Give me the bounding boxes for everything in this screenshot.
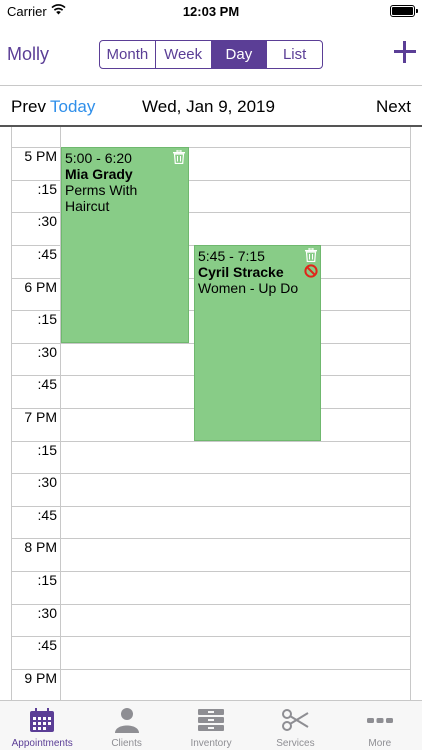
calendar-icon [30, 708, 55, 732]
navigation-bar: Molly Month Week Day List [0, 22, 422, 84]
appointment-service: Perms With Haircut [65, 182, 138, 214]
appointment-client: Cyril Stracke [198, 264, 284, 280]
appointment-time: 5:45 - 7:15 [198, 248, 265, 264]
time-label: :15 [37, 181, 57, 197]
today-button[interactable]: Today [50, 97, 95, 117]
time-label: :30 [37, 605, 57, 621]
no-show-icon [304, 264, 318, 278]
time-label: 9 PM [24, 670, 57, 686]
inventory-icon [198, 709, 225, 731]
tab-label: Inventory [190, 738, 232, 749]
add-appointment-icon[interactable] [394, 41, 416, 63]
segment-day[interactable]: Day [210, 41, 267, 68]
day-calendar[interactable]: 5 PM :15 :30 :45 6 PM :15 :30 :45 7 PM :… [0, 127, 422, 700]
trash-icon[interactable] [305, 248, 317, 262]
time-label: :45 [37, 507, 57, 523]
tab-clients[interactable]: Clients [84, 701, 168, 750]
date-navigation: Prev Today Wed, Jan 9, 2019 Next [0, 85, 422, 127]
segment-week[interactable]: Week [154, 41, 211, 68]
tab-label: More [368, 738, 392, 749]
appointment-block[interactable]: 5:45 - 7:15 Cyril Stracke Women - Up Do [194, 245, 321, 441]
grid-line [11, 604, 411, 605]
time-label: 8 PM [24, 539, 57, 555]
grid-line [11, 538, 411, 539]
time-label: 5 PM [24, 148, 57, 164]
more-icon [366, 718, 393, 723]
user-name-button[interactable]: Molly [7, 44, 49, 65]
next-button[interactable]: Next [376, 97, 411, 117]
status-bar: Carrier 12:03 PM [0, 0, 422, 22]
prev-button[interactable]: Prev [11, 97, 46, 117]
tab-bar: Appointments Clients Inventory Services [0, 700, 422, 750]
grid-line [11, 441, 411, 442]
tab-label: Clients [111, 738, 142, 749]
segment-month[interactable]: Month [100, 41, 155, 68]
time-label: :45 [37, 376, 57, 392]
tab-label: Services [276, 738, 315, 749]
tab-appointments[interactable]: Appointments [0, 701, 84, 750]
segment-list[interactable]: List [266, 41, 322, 68]
battery-icon [390, 5, 418, 17]
time-label: 6 PM [24, 279, 57, 295]
appointment-time: 5:00 - 6:20 [65, 150, 132, 166]
trash-icon[interactable] [173, 150, 185, 164]
grid-line [11, 571, 411, 572]
time-label: :30 [37, 344, 57, 360]
time-label: :15 [37, 311, 57, 327]
scissors-icon [282, 709, 309, 731]
person-icon [114, 708, 139, 733]
tab-label: Appointments [11, 738, 73, 749]
appointment-client: Mia Grady [65, 166, 133, 182]
clock: 12:03 PM [182, 4, 240, 19]
time-label: :30 [37, 474, 57, 490]
grid-line [11, 669, 411, 670]
time-label: :15 [37, 442, 57, 458]
current-date: Wed, Jan 9, 2019 [142, 97, 275, 116]
time-label: :30 [37, 213, 57, 229]
time-label: :45 [37, 246, 57, 262]
tab-inventory[interactable]: Inventory [169, 701, 253, 750]
appointment-block[interactable]: 5:00 - 6:20 Mia Grady Perms With Haircut [61, 147, 189, 343]
view-segmented-control: Month Week Day List [99, 40, 323, 69]
appointment-service: Women - Up Do [198, 280, 299, 296]
time-label: :15 [37, 572, 57, 588]
tab-services[interactable]: Services [253, 701, 337, 750]
tab-more[interactable]: More [338, 701, 422, 750]
grid-line [11, 636, 411, 637]
grid-line [11, 473, 411, 474]
time-label: 7 PM [24, 409, 57, 425]
grid-line [11, 506, 411, 507]
time-label: :45 [37, 637, 57, 653]
